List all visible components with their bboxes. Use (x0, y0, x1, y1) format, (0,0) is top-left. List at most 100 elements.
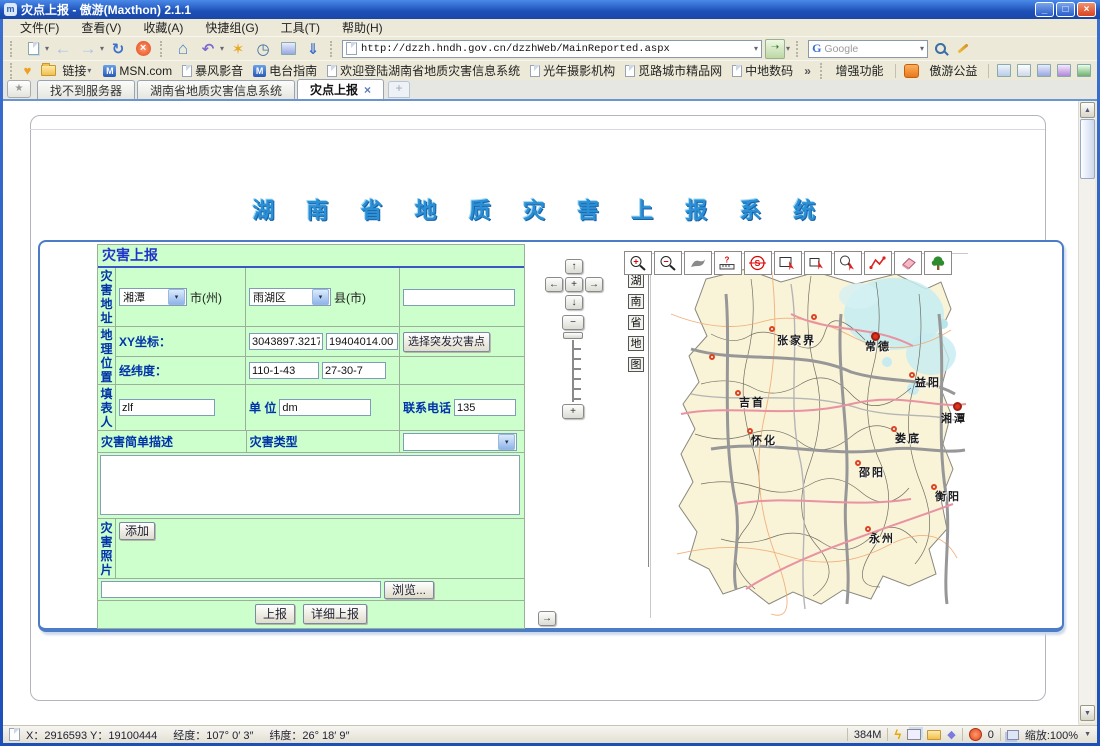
description-textarea[interactable] (100, 455, 520, 515)
bookmarks-overflow-chevron[interactable]: » (800, 64, 815, 78)
url-text[interactable]: http://dzzh.hndh.gov.cn/dzzhWeb/MainRepo… (361, 43, 752, 55)
map-measure-button[interactable]: ? (714, 251, 742, 275)
menu-item[interactable]: 快捷组(G) (196, 18, 267, 37)
new-tab-button[interactable]: + (388, 81, 410, 98)
disaster-type-select[interactable]: ▾ (403, 433, 517, 451)
new-page-button[interactable] (22, 39, 44, 59)
close-window-button[interactable]: × (1077, 2, 1096, 17)
detail-submit-button[interactable]: 详细上报 (303, 604, 367, 624)
phone-input[interactable] (454, 399, 516, 416)
bookmark-item[interactable]: 觅路城市精品网 (620, 61, 727, 80)
submit-button[interactable]: 上报 (255, 604, 295, 624)
bookmark-item[interactable]: 光年摄影机构 (525, 61, 620, 80)
home-button[interactable]: ⌂ (172, 39, 194, 59)
search-box[interactable]: G Google ▾ (808, 40, 928, 58)
tab[interactable]: 湖南省地质灾害信息系统 (137, 80, 295, 99)
forward-button[interactable]: → (77, 39, 99, 59)
map-layer-button[interactable]: 图 (628, 357, 644, 372)
window-mode-icon[interactable] (1017, 64, 1031, 77)
toolbar-grip[interactable] (10, 41, 16, 57)
pan-center-button[interactable]: + (565, 277, 583, 292)
zoom-level[interactable]: 缩放:100% (1025, 727, 1078, 743)
pan-down-button[interactable]: ↓ (565, 295, 583, 310)
pan-up-button[interactable]: ↑ (565, 259, 583, 274)
minimize-button[interactable]: _ (1035, 2, 1054, 17)
map-layer-button[interactable]: 南 (628, 294, 644, 309)
bookmark-folder-links[interactable]: 链接 ▾ (36, 61, 96, 80)
address-detail-input[interactable] (403, 289, 515, 306)
scroll-up-button[interactable]: ▲ (1080, 102, 1095, 118)
url-dropdown-icon[interactable]: ▾ (754, 44, 758, 53)
scroll-thumb[interactable] (1080, 119, 1095, 179)
bookmark-item[interactable]: 欢迎登陆湖南省地质灾害信息系统 (322, 61, 525, 80)
map-full-extent-button[interactable] (924, 251, 952, 275)
tab[interactable]: 灾点上报 × (297, 79, 384, 99)
enhance-menu[interactable]: 增强功能 (831, 61, 889, 80)
map-zoom-in-button[interactable]: + (624, 251, 652, 275)
bookmark-item[interactable]: 电台指南 (248, 61, 322, 80)
browse-button[interactable]: 浏览... (384, 581, 434, 599)
pan-left-button[interactable]: ← (545, 277, 563, 292)
back-button[interactable]: ← (52, 39, 74, 59)
refresh-button[interactable]: ↻ (107, 39, 129, 59)
plugin-diamond-icon[interactable]: ◆ (947, 728, 955, 741)
proxy-icon[interactable] (997, 64, 1011, 77)
frames-button[interactable] (277, 39, 299, 59)
pick-disaster-point-button[interactable]: 选择突发灾害点 (403, 332, 490, 352)
reporter-name-input[interactable] (119, 399, 215, 416)
pan-right-button[interactable]: → (585, 277, 603, 292)
bookmarks-grip2[interactable] (820, 63, 826, 79)
scroll-down-button[interactable]: ▼ (1080, 705, 1095, 721)
add-photo-button[interactable]: 添加 (119, 522, 155, 540)
menu-item[interactable]: 工具(T) (272, 18, 329, 37)
page-scrollbar[interactable]: ▲ ▼ (1078, 101, 1095, 723)
bookmark-item[interactable]: 暴风影音 (177, 61, 248, 80)
bookmarks-grip[interactable] (10, 63, 16, 79)
x-coordinate-input[interactable] (249, 333, 323, 350)
y-coordinate-input[interactable] (326, 333, 398, 350)
charity-menu[interactable]: 傲游公益 (924, 61, 982, 80)
history-clock-button[interactable]: ◷ (252, 39, 274, 59)
search-icon[interactable] (935, 43, 946, 54)
undo-dropdown-icon[interactable]: ▾ (220, 44, 224, 53)
tab[interactable]: 找不到服务器 (37, 80, 135, 99)
map-eraser-button[interactable] (894, 251, 922, 275)
go-button[interactable]: ➝ (765, 39, 785, 59)
map-zoom-select-button[interactable] (834, 251, 862, 275)
menu-item[interactable]: 查看(V) (72, 18, 130, 37)
zoom-out-step-button[interactable]: − (562, 315, 584, 330)
menu-item[interactable]: 收藏(A) (134, 18, 192, 37)
latitude-input[interactable] (322, 362, 386, 379)
map-layer-button[interactable]: 省 (628, 315, 644, 330)
history-dropdown-icon[interactable]: ▾ (100, 44, 104, 53)
favorites-heart-icon[interactable]: ♥ (24, 63, 32, 78)
map-layer-button[interactable]: 地 (628, 336, 644, 351)
download-button[interactable]: ⇓ (302, 39, 324, 59)
bookmark-item[interactable]: 中地数码 (727, 61, 798, 80)
longitude-input[interactable] (249, 362, 319, 379)
photo-file-input[interactable] (101, 581, 381, 598)
menu-item[interactable]: 文件(F) (11, 18, 68, 37)
plugin-v-icon[interactable] (1057, 64, 1071, 77)
undo-button[interactable]: ↶ (197, 39, 219, 59)
stop-button[interactable]: × (132, 39, 154, 59)
tab-list-star-button[interactable]: ★ (7, 80, 31, 98)
boost-icon[interactable]: ϟ (894, 727, 901, 742)
map-select-rect-button[interactable] (774, 251, 802, 275)
folder-icon[interactable] (927, 730, 941, 740)
zoom-dropdown-icon[interactable]: ▼ (1084, 731, 1091, 738)
toolbar-grip3[interactable] (796, 41, 802, 57)
notes-icon[interactable] (1037, 64, 1051, 77)
zoom-in-step-button[interactable]: + (562, 404, 584, 419)
city-select[interactable]: 湘潭 ▾ (119, 288, 187, 306)
map-pan-button[interactable] (684, 251, 712, 275)
map-layer-button[interactable]: 湖 (628, 273, 644, 288)
new-page-dropdown-icon[interactable]: ▾ (45, 44, 49, 53)
zoom-slider-thumb[interactable] (563, 332, 583, 339)
map-select-rect-small-button[interactable] (804, 251, 832, 275)
map-draw-polyline-button[interactable] (864, 251, 892, 275)
highlight-icon[interactable] (958, 43, 969, 53)
charity-chicken-icon[interactable] (904, 64, 919, 78)
menu-item[interactable]: 帮助(H) (333, 18, 392, 37)
go-dropdown-icon[interactable]: ▾ (786, 44, 790, 53)
